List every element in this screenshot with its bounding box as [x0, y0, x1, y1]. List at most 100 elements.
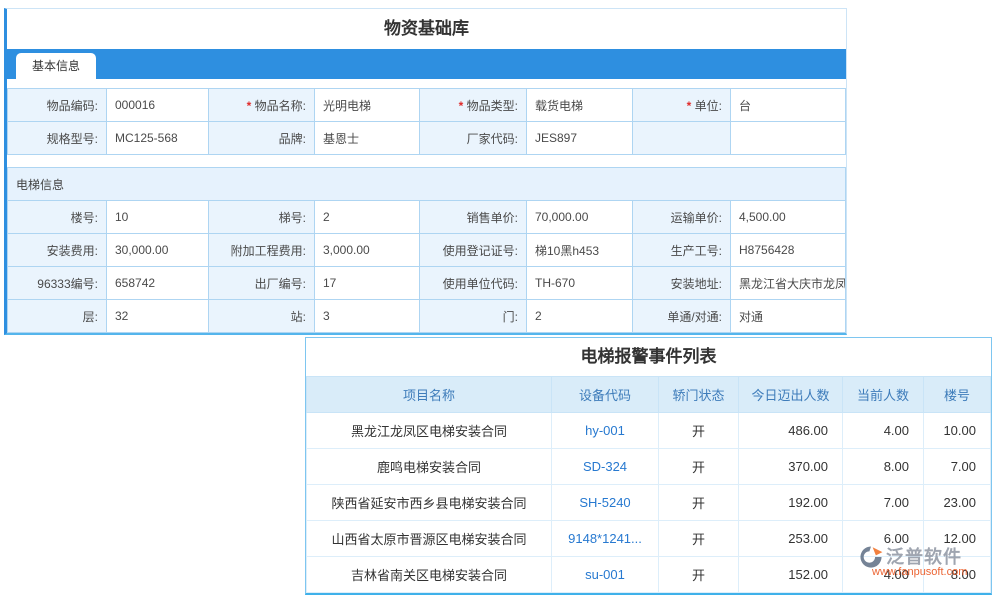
item-name-label: 物品名称: [209, 89, 315, 122]
col-project-name: 项目名称 [307, 377, 552, 413]
today-out-cell: 486.00 [739, 413, 843, 449]
floors-field[interactable]: 32 [107, 300, 209, 333]
item-type-label: 物品类型: [420, 89, 527, 122]
item-code-label: 物品编码: [8, 89, 107, 122]
empty-label [633, 122, 731, 155]
col-door-status: 轿门状态 [659, 377, 739, 413]
form-row: 层: 32 站: 3 门: 2 单通/对通: 对通 [8, 300, 846, 333]
elevator-no-field[interactable]: 2 [315, 201, 420, 234]
item-type-field[interactable]: 载货电梯 [527, 89, 633, 122]
table-header-row: 项目名称 设备代码 轿门状态 今日迈出人数 当前人数 楼号 [307, 377, 991, 413]
current-count-cell: 8.00 [843, 449, 924, 485]
building-no-cell: 7.00 [924, 449, 991, 485]
production-no-label: 生产工号: [633, 234, 731, 267]
today-out-cell: 192.00 [739, 485, 843, 521]
device-code-link[interactable]: 9148*1241... [552, 521, 659, 557]
manufacturer-code-field[interactable]: JES897 [527, 122, 633, 155]
alarm-table-title: 电梯报警事件列表 [306, 338, 991, 376]
factory-no-label: 出厂编号: [209, 267, 315, 300]
section-header-row: 电梯信息 [8, 168, 846, 201]
code-96333-label: 96333编号: [8, 267, 107, 300]
door-status-cell: 开 [659, 413, 739, 449]
today-out-cell: 253.00 [739, 521, 843, 557]
registration-no-field[interactable]: 梯10黑h453 [527, 234, 633, 267]
project-name-cell: 鹿鸣电梯安装合同 [307, 449, 552, 485]
use-unit-code-label: 使用单位代码: [420, 267, 527, 300]
project-name-cell: 陕西省延安市西乡县电梯安装合同 [307, 485, 552, 521]
today-out-cell: 152.00 [739, 557, 843, 593]
form-row: 楼号: 10 梯号: 2 销售单价: 70,000.00 运输单价: 4,500… [8, 201, 846, 234]
spacer [7, 155, 846, 167]
spacer [7, 79, 846, 88]
today-out-cell: 370.00 [739, 449, 843, 485]
device-code-link[interactable]: SD-324 [552, 449, 659, 485]
production-no-field[interactable]: H8756428 [731, 234, 846, 267]
use-unit-code-field[interactable]: TH-670 [527, 267, 633, 300]
building-no-cell: 23.00 [924, 485, 991, 521]
unit-field[interactable]: 台 [731, 89, 846, 122]
extra-project-fee-label: 附加工程费用: [209, 234, 315, 267]
door-status-cell: 开 [659, 557, 739, 593]
manufacturer-code-label: 厂家代码: [420, 122, 527, 155]
elevator-no-label: 梯号: [209, 201, 315, 234]
stations-field[interactable]: 3 [315, 300, 420, 333]
current-count-cell: 7.00 [843, 485, 924, 521]
through-type-label: 单通/对通: [633, 300, 731, 333]
install-address-label: 安装地址: [633, 267, 731, 300]
project-name-cell: 吉林省南关区电梯安装合同 [307, 557, 552, 593]
transport-price-field[interactable]: 4,500.00 [731, 201, 846, 234]
empty-field [731, 122, 846, 155]
item-code-field[interactable]: 000016 [107, 89, 209, 122]
form-row: 物品编码: 000016 物品名称: 光明电梯 物品类型: 载货电梯 单位: 台 [8, 89, 846, 122]
item-name-field[interactable]: 光明电梯 [315, 89, 420, 122]
code-96333-field[interactable]: 658742 [107, 267, 209, 300]
col-today-out-count: 今日迈出人数 [739, 377, 843, 413]
device-code-link[interactable]: SH-5240 [552, 485, 659, 521]
material-base-panel: 物资基础库 基本信息 物品编码: 000016 物品名称: 光明电梯 物品类型:… [4, 8, 847, 335]
sale-price-field[interactable]: 70,000.00 [527, 201, 633, 234]
col-building-no: 楼号 [924, 377, 991, 413]
table-row: 鹿鸣电梯安装合同 SD-324 开 370.00 8.00 7.00 [307, 449, 991, 485]
spec-model-field[interactable]: MC125-568 [107, 122, 209, 155]
table-row: 陕西省延安市西乡县电梯安装合同 SH-5240 开 192.00 7.00 23… [307, 485, 991, 521]
form-row: 96333编号: 658742 出厂编号: 17 使用单位代码: TH-670 … [8, 267, 846, 300]
building-no-label: 楼号: [8, 201, 107, 234]
basic-info-grid: 物品编码: 000016 物品名称: 光明电梯 物品类型: 载货电梯 单位: 台… [7, 88, 846, 155]
doors-field[interactable]: 2 [527, 300, 633, 333]
device-code-link[interactable]: hy-001 [552, 413, 659, 449]
unit-label: 单位: [633, 89, 731, 122]
floors-label: 层: [8, 300, 107, 333]
brand-field[interactable]: 基恩士 [315, 122, 420, 155]
col-current-count: 当前人数 [843, 377, 924, 413]
col-device-code: 设备代码 [552, 377, 659, 413]
project-name-cell: 黑龙江龙凤区电梯安装合同 [307, 413, 552, 449]
door-status-cell: 开 [659, 521, 739, 557]
install-fee-label: 安装费用: [8, 234, 107, 267]
spec-model-label: 规格型号: [8, 122, 107, 155]
building-no-field[interactable]: 10 [107, 201, 209, 234]
brand-label: 品牌: [209, 122, 315, 155]
door-status-cell: 开 [659, 449, 739, 485]
watermark-brand-text: 泛普软件 [886, 548, 962, 566]
device-code-link[interactable]: su-001 [552, 557, 659, 593]
factory-no-field[interactable]: 17 [315, 267, 420, 300]
install-address-field[interactable]: 黑龙江省大庆市龙凤 [731, 267, 846, 300]
project-name-cell: 山西省太原市晋源区电梯安装合同 [307, 521, 552, 557]
sale-price-label: 销售单价: [420, 201, 527, 234]
vendor-watermark: 泛普软件 www.fanpusoft.com [858, 544, 998, 578]
tab-basic-info[interactable]: 基本信息 [16, 53, 96, 79]
transport-price-label: 运输单价: [633, 201, 731, 234]
through-type-field[interactable]: 对通 [731, 300, 846, 333]
watermark-url-text: www.fanpusoft.com [872, 567, 998, 578]
door-status-cell: 开 [659, 485, 739, 521]
install-fee-field[interactable]: 30,000.00 [107, 234, 209, 267]
tab-bar: 基本信息 [7, 49, 846, 79]
extra-project-fee-field[interactable]: 3,000.00 [315, 234, 420, 267]
page-title: 物资基础库 [7, 9, 846, 49]
stations-label: 站: [209, 300, 315, 333]
current-count-cell: 4.00 [843, 413, 924, 449]
form-row: 安装费用: 30,000.00 附加工程费用: 3,000.00 使用登记证号:… [8, 234, 846, 267]
registration-no-label: 使用登记证号: [420, 234, 527, 267]
elevator-section-title: 电梯信息 [8, 168, 846, 201]
building-no-cell: 10.00 [924, 413, 991, 449]
